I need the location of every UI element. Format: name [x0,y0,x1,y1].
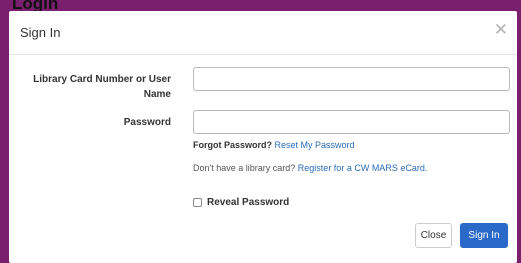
card-number-input[interactable] [193,67,510,91]
password-input[interactable] [193,110,510,134]
forgot-password-text: Forgot Password? [193,140,273,150]
card-number-label-line1: Library Card Number or User [33,74,171,85]
card-number-label: Library Card Number or User Name [25,72,171,102]
reveal-password-label[interactable]: Reveal Password [207,197,289,208]
modal-header: Sign In ✕ [9,11,517,55]
register-row: Don't have a library card? Register for … [193,163,427,173]
register-prompt-text: Don't have a library card? [193,163,296,173]
modal-title: Sign In [20,25,61,40]
close-icon[interactable]: ✕ [494,21,508,38]
reset-password-link[interactable]: Reset My Password [275,140,355,150]
close-button[interactable]: Close [415,223,452,248]
reveal-password-checkbox[interactable] [193,198,202,207]
reveal-password-row[interactable]: Reveal Password [193,197,289,208]
sign-in-button[interactable]: Sign In [460,223,508,248]
forgot-password-row: Forgot Password? Reset My Password [193,140,355,150]
password-label: Password [123,117,171,128]
card-number-label-line2: Name [143,89,171,100]
sign-in-modal: Sign In ✕ Library Card Number or User Na… [9,11,517,263]
register-ecard-link[interactable]: Register for a CW MARS eCard. [298,163,428,173]
